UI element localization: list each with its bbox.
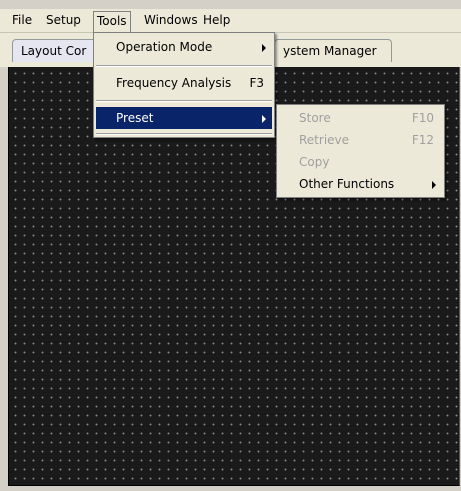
menu-file[interactable]: File xyxy=(8,12,36,29)
menu-item-retrieve[interactable]: Retrieve F12 xyxy=(279,129,442,151)
menu-item-other-functions[interactable]: Other Functions xyxy=(279,173,442,195)
menu-setup[interactable]: Setup xyxy=(42,12,85,29)
menu-help[interactable]: Help xyxy=(199,12,234,29)
menu-item-operation-mode[interactable]: Operation Mode xyxy=(96,36,272,58)
retrieve-label: Retrieve xyxy=(299,133,350,147)
preset-label: Preset xyxy=(116,111,154,125)
tools-menu: Operation Mode Frequency Analysis F3 Pre… xyxy=(93,32,275,138)
menu-item-store[interactable]: Store F10 xyxy=(279,107,442,129)
menu-item-preset[interactable]: Preset xyxy=(96,107,272,129)
preset-submenu: Store F10 Retrieve F12 Copy Other Functi… xyxy=(276,104,445,198)
tab-system-manager[interactable]: ystem Manager xyxy=(274,39,392,62)
submenu-arrow-icon xyxy=(432,181,436,189)
menu-separator xyxy=(96,133,272,135)
menu-bar: File Setup Tools Windows Help xyxy=(0,9,461,33)
menu-separator xyxy=(96,100,272,102)
menu-windows[interactable]: Windows xyxy=(140,12,202,29)
store-shortcut: F10 xyxy=(411,111,434,125)
other-functions-label: Other Functions xyxy=(299,177,395,191)
retrieve-shortcut: F12 xyxy=(411,133,434,147)
menu-item-copy[interactable]: Copy xyxy=(279,151,442,173)
menu-tools[interactable]: Tools xyxy=(93,11,131,33)
frequency-analysis-shortcut: F3 xyxy=(249,76,264,90)
operation-mode-label: Operation Mode xyxy=(116,40,213,54)
frequency-analysis-label: Frequency Analysis xyxy=(116,76,232,90)
menu-separator xyxy=(96,65,272,67)
menu-item-frequency-analysis[interactable]: Frequency Analysis F3 xyxy=(96,72,272,94)
copy-label: Copy xyxy=(299,155,330,169)
store-label: Store xyxy=(299,111,331,125)
submenu-arrow-icon xyxy=(262,115,266,123)
submenu-arrow-icon xyxy=(262,44,266,52)
